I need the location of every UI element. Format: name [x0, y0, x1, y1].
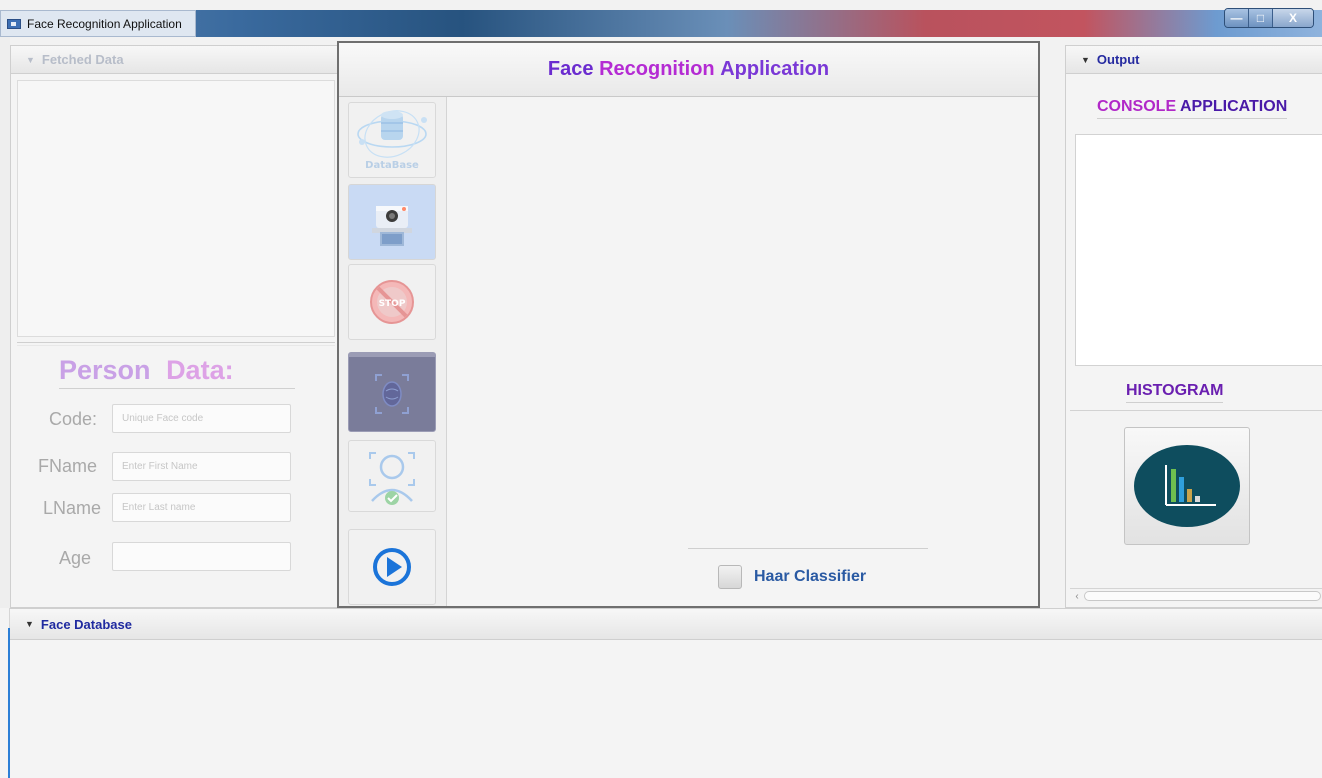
- maximize-icon: □: [1256, 11, 1265, 25]
- minimize-icon: —: [1230, 11, 1243, 25]
- output-header[interactable]: ▼ Output: [1066, 46, 1322, 74]
- last-name-label: LName: [42, 498, 101, 518]
- title-word-face: Face: [547, 58, 594, 80]
- first-name-input[interactable]: Enter First Name: [112, 452, 291, 481]
- left-panel: ▼ Fetched Data Person Data: Code: Unique…: [10, 45, 343, 608]
- window-title-bar[interactable]: Face Recognition Application — □ X: [0, 0, 1322, 37]
- recognize-person-button[interactable]: [348, 440, 436, 512]
- histogram-icon: [1134, 445, 1240, 527]
- stop-icon: STOP: [370, 280, 414, 324]
- camera-canvas[interactable]: Haar Classifier: [447, 97, 1038, 606]
- application-word: APPLICATION: [1179, 98, 1288, 115]
- person-title-word1: Person: [59, 355, 151, 385]
- minimize-button[interactable]: —: [1225, 9, 1249, 27]
- first-name-label: FName: [37, 456, 97, 476]
- classifier-separator: [688, 548, 928, 549]
- code-placeholder: Unique Face code: [122, 413, 204, 424]
- title-word-recognition: Recognition: [599, 58, 715, 80]
- last-name-input[interactable]: Enter Last name: [112, 493, 291, 522]
- close-icon: X: [1288, 11, 1297, 25]
- age-label: Age: [58, 548, 91, 568]
- close-button[interactable]: X: [1273, 9, 1313, 27]
- fetched-data-list[interactable]: [17, 80, 335, 337]
- svg-text:DataBase: DataBase: [365, 160, 419, 171]
- haar-classifier-option[interactable]: Haar Classifier: [718, 565, 866, 589]
- last-name-placeholder: Enter Last name: [122, 502, 196, 513]
- first-name-placeholder: Enter First Name: [122, 461, 198, 472]
- play-icon: [373, 548, 411, 586]
- collapse-arrow-icon: ▼: [25, 619, 34, 629]
- tool-sidebar: DataBase STOP: [339, 97, 447, 606]
- output-title: Output: [1096, 52, 1140, 67]
- output-horizontal-scrollbar[interactable]: ‹: [1070, 588, 1322, 603]
- histogram-button[interactable]: [1124, 427, 1250, 545]
- fetched-data-header[interactable]: ▼ Fetched Data: [11, 46, 342, 74]
- bottom-left-edge: [0, 608, 11, 778]
- svg-text:STOP: STOP: [379, 299, 406, 309]
- center-panel: Face Recognition Application DataBase ST…: [337, 41, 1040, 608]
- collapse-arrow-icon: ▼: [26, 54, 35, 65]
- play-button[interactable]: [348, 529, 436, 605]
- face-database-title: Face Database: [40, 616, 132, 632]
- database-icon: DataBase: [357, 110, 427, 171]
- code-input[interactable]: Unique Face code: [112, 404, 291, 433]
- face-database-panel: ▼ Face Database: [10, 608, 1322, 778]
- code-label: Code:: [48, 409, 97, 429]
- person-title-word2: Data:: [166, 355, 234, 385]
- window-title-text: Face Recognition Application: [27, 16, 182, 31]
- face-database-header[interactable]: ▼ Face Database: [10, 609, 1322, 640]
- split-divider[interactable]: [17, 342, 335, 346]
- face-scan-icon: [375, 374, 409, 414]
- camera-icon: [372, 206, 412, 246]
- database-button[interactable]: DataBase: [348, 102, 436, 178]
- app-window-icon: [7, 18, 21, 29]
- haar-classifier-label: Haar Classifier: [754, 568, 867, 585]
- title-word-application: Application: [720, 58, 830, 80]
- scroll-thumb[interactable]: [1084, 591, 1321, 601]
- console-output[interactable]: [1075, 134, 1322, 366]
- histogram-title: HISTOGRAM: [1126, 382, 1224, 403]
- collapse-arrow-icon: ▼: [1081, 54, 1090, 65]
- maximize-button[interactable]: □: [1249, 9, 1273, 27]
- person-verified-icon: [369, 452, 415, 505]
- person-data-title: Person Data:: [59, 355, 295, 389]
- app-title-tab[interactable]: Face Recognition Application: [0, 10, 196, 37]
- center-title-bar: Face Recognition Application: [339, 43, 1038, 97]
- histogram-area: [1070, 410, 1322, 588]
- face-scan-button[interactable]: [348, 352, 436, 432]
- console-application-title: CONSOLE APPLICATION: [1097, 98, 1288, 119]
- right-panel: ▼ Output CONSOLE APPLICATION HISTOGRAM ‹: [1065, 45, 1322, 608]
- console-word: CONSOLE: [1097, 98, 1177, 115]
- capture-button[interactable]: [348, 184, 436, 260]
- left-window-edge: [0, 37, 10, 608]
- window-controls: — □ X: [1224, 8, 1314, 28]
- title-bar-top-strip: [0, 0, 1322, 10]
- scroll-left-icon[interactable]: ‹: [1070, 591, 1084, 602]
- age-input[interactable]: [112, 542, 291, 571]
- haar-classifier-checkbox[interactable]: [718, 565, 742, 589]
- stop-button[interactable]: STOP: [348, 264, 436, 340]
- fetched-data-title: Fetched Data: [41, 52, 124, 67]
